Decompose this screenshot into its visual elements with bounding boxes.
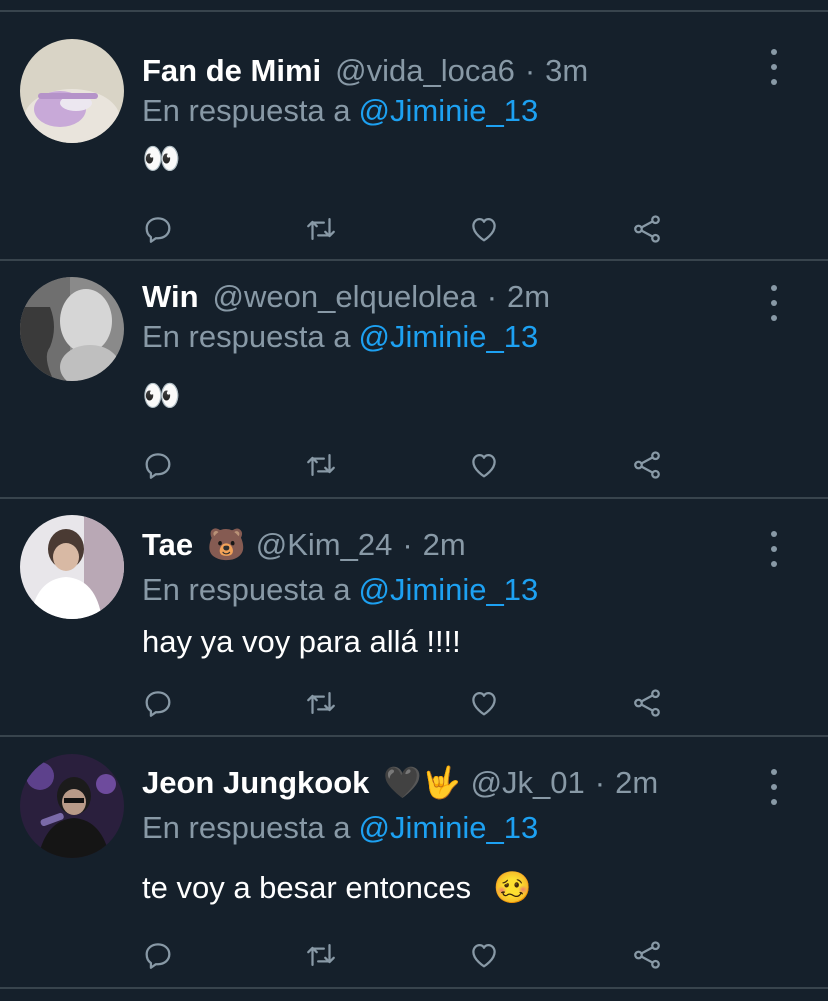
tweet-header: Fan de Mimi @vida_loca6 · 3m: [142, 51, 588, 91]
reply-icon[interactable]: [138, 209, 178, 249]
reply-icon[interactable]: [138, 445, 178, 485]
timestamp[interactable]: 3m: [545, 51, 588, 91]
reply-prefix: En respuesta a: [142, 319, 351, 354]
action-bar: [0, 683, 828, 723]
tweet-body: 👀: [142, 378, 181, 413]
action-bar: [0, 445, 828, 485]
more-options-icon[interactable]: [762, 49, 786, 85]
avatar[interactable]: [20, 754, 124, 858]
avatar-white-shirt-photo: [20, 515, 124, 619]
timestamp[interactable]: 2m: [507, 277, 550, 317]
like-icon[interactable]: [464, 209, 504, 249]
reply-context: En respuesta a @Jiminie_13: [142, 91, 538, 131]
action-bar: [0, 209, 828, 249]
user-handle[interactable]: @vida_loca6: [335, 51, 515, 91]
reply-prefix: En respuesta a: [142, 810, 351, 845]
retweet-icon[interactable]: [301, 683, 341, 723]
user-handle[interactable]: @weon_elquelolea: [213, 277, 477, 317]
timestamp[interactable]: 2m: [423, 525, 466, 565]
like-icon[interactable]: [464, 445, 504, 485]
retweet-icon[interactable]: [301, 935, 341, 975]
avatar[interactable]: [20, 277, 124, 381]
mention-link[interactable]: @Jiminie_13: [359, 319, 539, 354]
like-icon[interactable]: [464, 683, 504, 723]
tweet-reply[interactable]: Jeon Jungkook 🖤🤟 @Jk_01 · 2m En respuest…: [0, 737, 828, 989]
avatar[interactable]: [20, 515, 124, 619]
separator-dot: ·: [524, 53, 536, 88]
tweet-text: te voy a besar entonces 🥴: [142, 868, 532, 908]
avatar-pastel-photo: [20, 39, 124, 143]
divider: [0, 987, 828, 989]
reply-prefix: En respuesta a: [142, 572, 351, 607]
tweet-reply[interactable]: Win @weon_elquelolea · 2m En respuesta a…: [0, 261, 828, 499]
separator-dot: ·: [594, 765, 606, 800]
tweet-header: Tae 🐻 @Kim_24 · 2m: [142, 525, 466, 565]
avatar-purple-stage-photo: [20, 754, 124, 858]
separator-dot: ·: [402, 527, 413, 562]
reply-context: En respuesta a @Jiminie_13: [142, 317, 538, 357]
tweet-reply[interactable]: Fan de Mimi @vida_loca6 · 3m En respuest…: [0, 12, 828, 261]
tweet-text: hay ya voy para allá !!!!: [142, 622, 461, 662]
avatar[interactable]: [20, 39, 124, 143]
user-handle[interactable]: @Jk_01: [471, 763, 585, 803]
tweet-emoji: 🥴: [493, 870, 532, 905]
separator-dot: ·: [486, 279, 498, 314]
mention-link[interactable]: @Jiminie_13: [359, 572, 539, 607]
retweet-icon[interactable]: [301, 209, 341, 249]
action-bar: [0, 935, 828, 975]
replies-feed: Fan de Mimi @vida_loca6 · 3m En respuest…: [0, 0, 828, 1001]
mention-link[interactable]: @Jiminie_13: [359, 810, 539, 845]
tweet-body: 👀: [142, 141, 181, 176]
share-icon[interactable]: [627, 209, 667, 249]
retweet-icon[interactable]: [301, 445, 341, 485]
like-icon[interactable]: [464, 935, 504, 975]
avatar-greyscale-photo: [20, 277, 124, 381]
more-options-icon[interactable]: [762, 285, 786, 321]
reply-prefix: En respuesta a: [142, 93, 351, 128]
share-icon[interactable]: [627, 445, 667, 485]
timestamp[interactable]: 2m: [615, 763, 658, 803]
share-icon[interactable]: [627, 683, 667, 723]
display-name[interactable]: Tae: [142, 525, 193, 565]
display-name[interactable]: Jeon Jungkook: [142, 763, 369, 803]
name-emoji: 🐻: [207, 527, 246, 562]
share-icon[interactable]: [627, 935, 667, 975]
name-emoji: 🖤🤟: [383, 765, 461, 800]
tweet-body: hay ya voy para allá !!!!: [142, 624, 461, 659]
reply-icon[interactable]: [138, 683, 178, 723]
tweet-body: te voy a besar entonces: [142, 870, 472, 905]
reply-context: En respuesta a @Jiminie_13: [142, 570, 538, 610]
tweet-text: 👀: [142, 139, 181, 179]
reply-context: En respuesta a @Jiminie_13: [142, 808, 538, 848]
display-name[interactable]: Win: [142, 277, 199, 317]
tweet-text: 👀: [142, 376, 181, 416]
more-options-icon[interactable]: [762, 769, 786, 805]
mention-link[interactable]: @Jiminie_13: [359, 93, 539, 128]
reply-icon[interactable]: [138, 935, 178, 975]
more-options-icon[interactable]: [762, 531, 786, 567]
user-handle[interactable]: @Kim_24: [256, 525, 393, 565]
tweet-reply[interactable]: Tae 🐻 @Kim_24 · 2m En respuesta a @Jimini…: [0, 499, 828, 737]
tweet-header: Jeon Jungkook 🖤🤟 @Jk_01 · 2m: [142, 763, 658, 803]
tweet-header: Win @weon_elquelolea · 2m: [142, 277, 550, 317]
display-name[interactable]: Fan de Mimi: [142, 51, 321, 91]
